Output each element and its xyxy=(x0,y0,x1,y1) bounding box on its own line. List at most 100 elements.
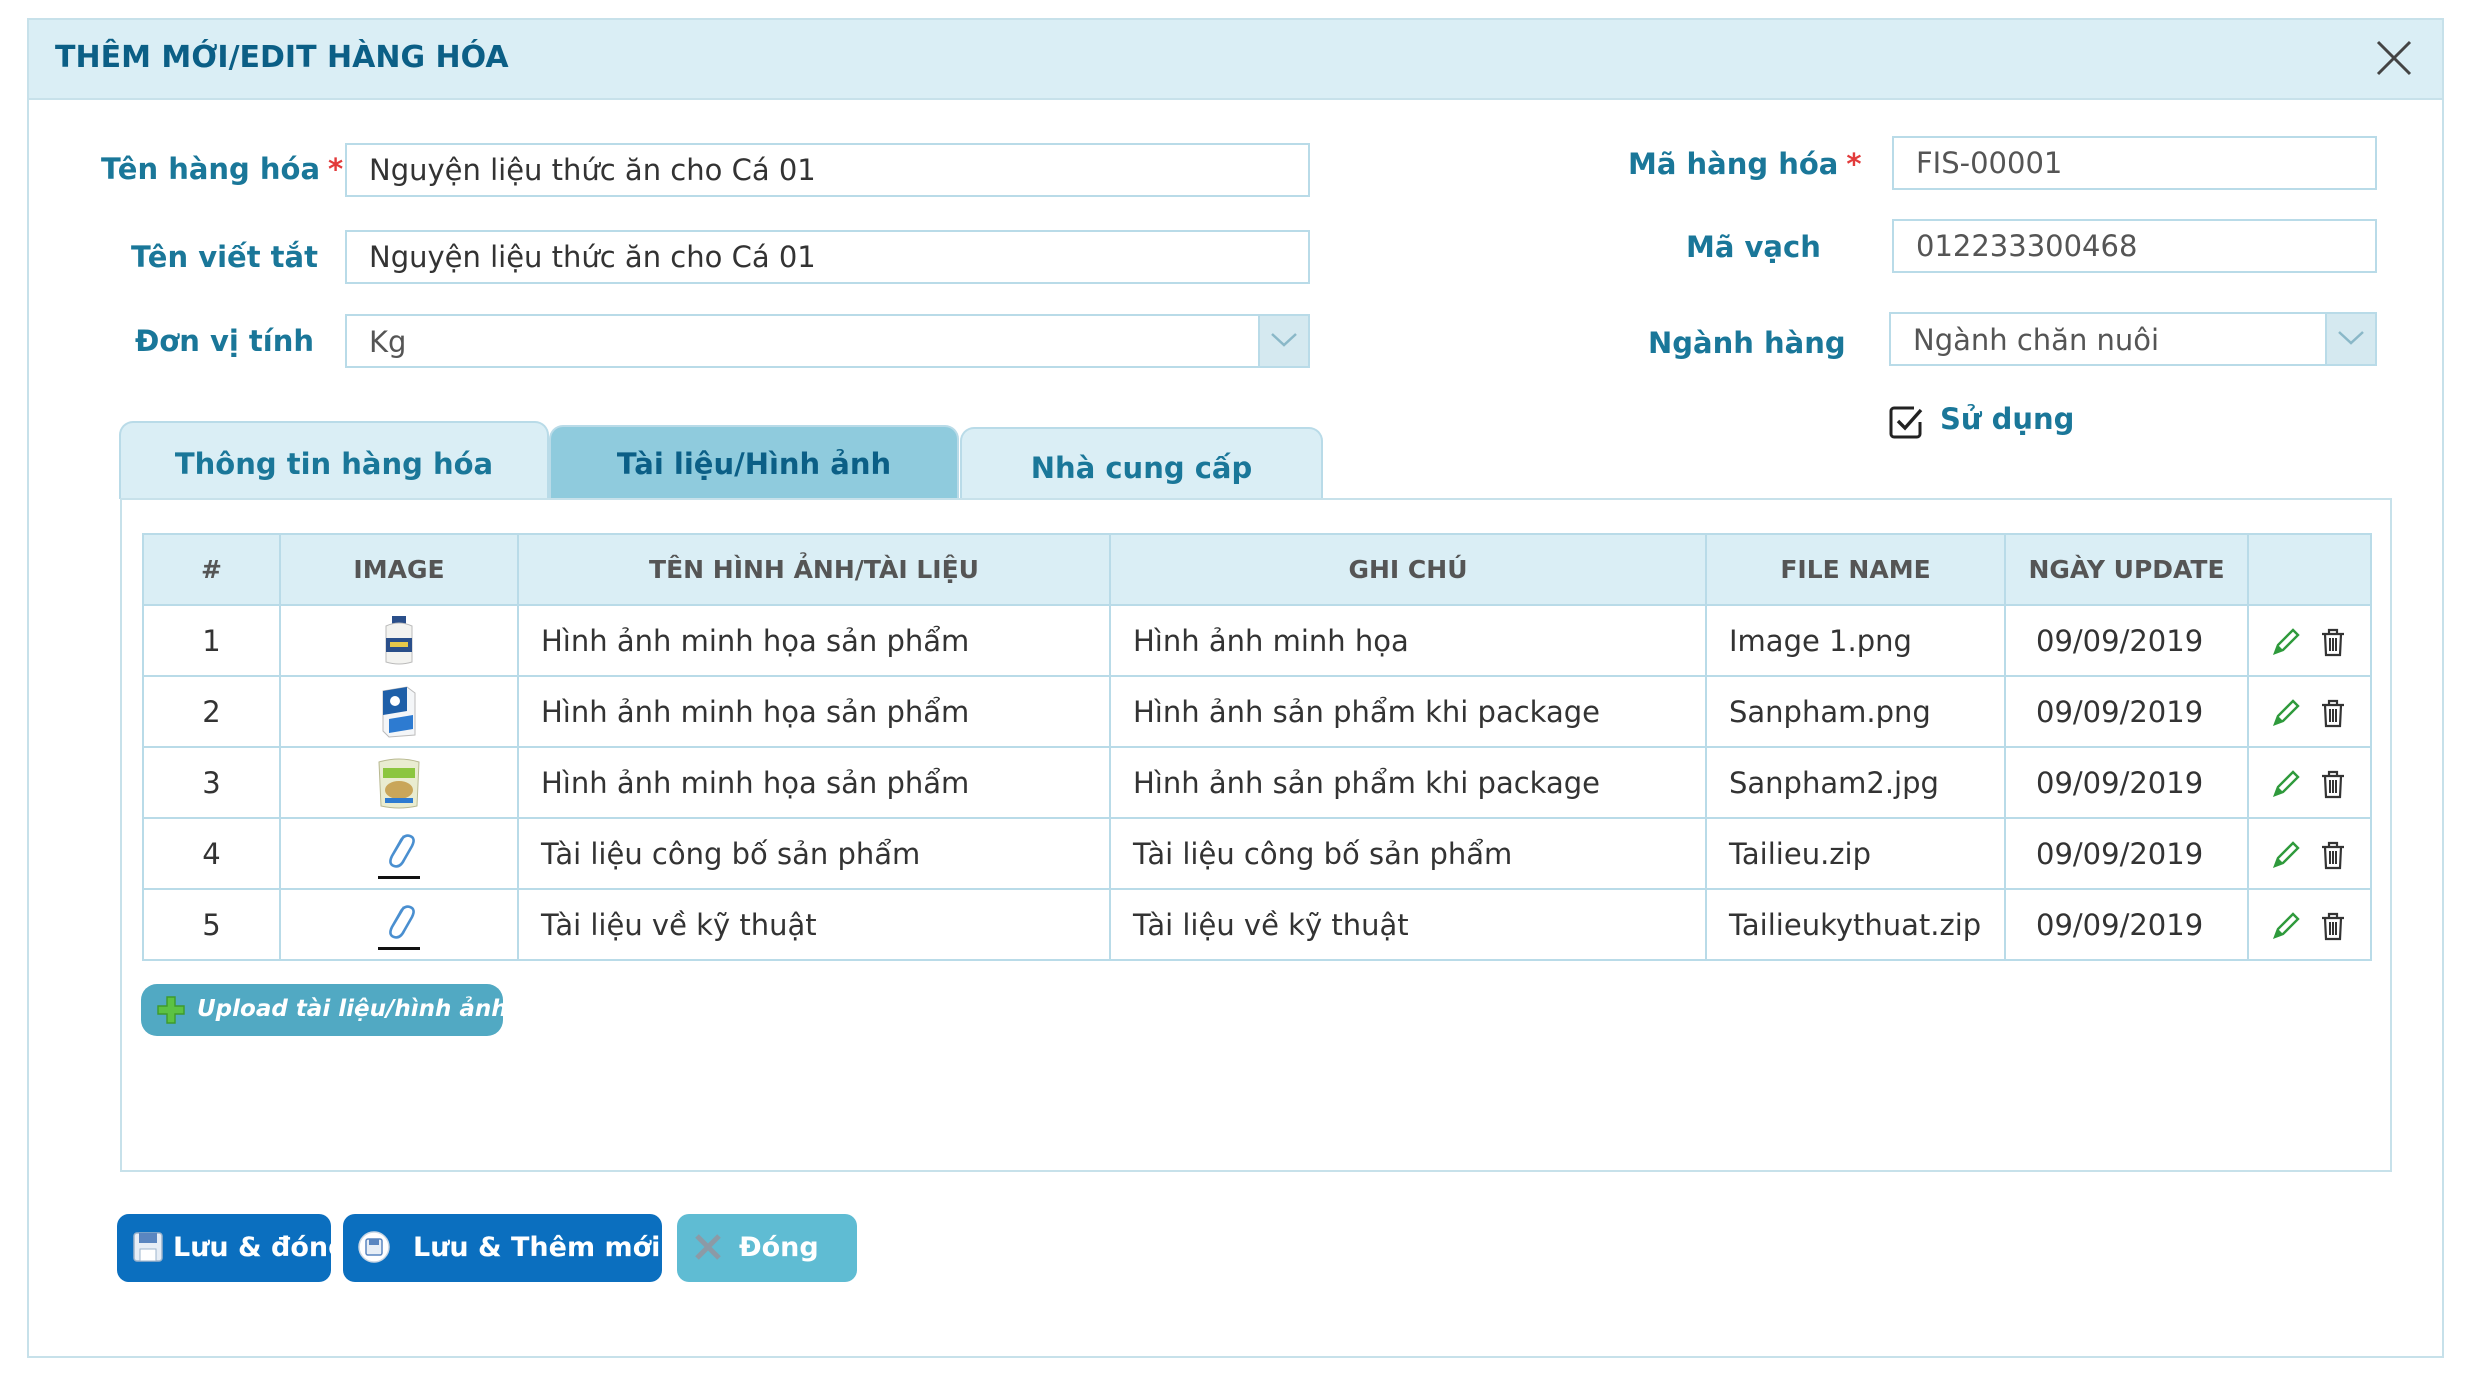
row-name: Tài liệu công bố sản phẩm xyxy=(517,817,1111,890)
column-header-file-name: FILE NAME xyxy=(1705,533,2006,606)
dialog-title: THÊM MỚI/EDIT HÀNG HÓA xyxy=(55,40,509,75)
ten-viet-tat-label: Tên viết tắt xyxy=(131,240,318,274)
don-vi-tinh-value: Kg xyxy=(369,325,407,359)
row-file-name: Sanpham.png xyxy=(1705,675,2006,748)
trash-icon[interactable] xyxy=(2317,910,2349,942)
row-number: 1 xyxy=(142,604,281,677)
trash-icon[interactable] xyxy=(2317,768,2349,800)
upload-button[interactable]: Upload tài liệu/hình ảnh xyxy=(141,984,508,1036)
attachment-icon[interactable] xyxy=(374,826,424,882)
tab-label: Nhà cung cấp xyxy=(1030,451,1253,485)
row-file-name: Tailieukythuat.zip xyxy=(1705,888,2006,961)
row-image[interactable] xyxy=(279,888,519,961)
row-name: Hình ảnh minh họa sản phẩm xyxy=(517,675,1111,748)
floppy-disk-icon xyxy=(133,1232,163,1262)
row-name: Tài liệu về kỹ thuật xyxy=(517,888,1111,961)
table-row: 3 Hình ảnh minh họa sản phẩm Hình ảnh sả… xyxy=(142,746,2372,819)
save-new-button[interactable]: Lưu & Thêm mới xyxy=(343,1214,662,1282)
nganh-hang-select[interactable]: Ngành chăn nuôi xyxy=(1889,312,2377,366)
ten-hang-hoa-label: Tên hàng hóa * xyxy=(101,152,344,186)
close-icon[interactable] xyxy=(2374,38,2414,78)
row-image[interactable] xyxy=(279,604,519,677)
table-row: 1 Hình ảnh minh họa sản phẩm Hình ảnh mi… xyxy=(142,604,2372,677)
column-header-image: IMAGE xyxy=(279,533,519,606)
ten-viet-tat-input[interactable] xyxy=(345,230,1310,284)
pencil-icon[interactable] xyxy=(2270,839,2302,871)
tab-thong-tin-hang-hoa[interactable]: Thông tin hàng hóa xyxy=(119,421,549,499)
column-header-note: GHI CHÚ xyxy=(1109,533,1707,606)
table-row: 5 Tài liệu về kỹ thuật Tài liệu về kỹ th… xyxy=(142,888,2372,961)
table-row: 2 Hình ảnh minh họa sản phẩm Hình ảnh sả… xyxy=(142,675,2372,748)
row-file-name: Tailieu.zip xyxy=(1705,817,2006,890)
ma-vach-input[interactable] xyxy=(1892,219,2377,273)
ten-hang-hoa-input[interactable] xyxy=(345,143,1310,197)
bag-thumbnail[interactable] xyxy=(375,756,423,810)
box-thumbnail[interactable] xyxy=(377,685,421,739)
pencil-icon[interactable] xyxy=(2270,626,2302,658)
trash-icon[interactable] xyxy=(2317,839,2349,871)
row-note: Tài liệu công bố sản phẩm xyxy=(1109,817,1707,890)
chevron-down-icon[interactable] xyxy=(1258,316,1308,366)
close-button[interactable]: Đóng xyxy=(677,1214,857,1282)
don-vi-tinh-select[interactable]: Kg xyxy=(345,314,1310,368)
save-close-label: Lưu & đóng xyxy=(173,1232,348,1263)
ma-hang-hoa-label: Mã hàng hóa * xyxy=(1628,147,1862,181)
trash-icon[interactable] xyxy=(2317,697,2349,729)
row-actions xyxy=(2247,604,2372,677)
row-number: 2 xyxy=(142,675,281,748)
tab-label: Thông tin hàng hóa xyxy=(174,447,494,481)
bottle-thumbnail[interactable] xyxy=(377,614,421,668)
row-number: 3 xyxy=(142,746,281,819)
row-note: Hình ảnh sản phẩm khi package xyxy=(1109,675,1707,748)
row-number: 4 xyxy=(142,817,281,890)
row-date: 09/09/2019 xyxy=(2004,604,2249,677)
row-date: 09/09/2019 xyxy=(2004,888,2249,961)
save-new-icon xyxy=(358,1231,390,1263)
tab-label: Tài liệu/Hình ảnh xyxy=(616,447,892,481)
row-image[interactable] xyxy=(279,746,519,819)
pencil-icon[interactable] xyxy=(2270,910,2302,942)
save-new-label: Lưu & Thêm mới xyxy=(413,1232,661,1263)
cross-icon xyxy=(695,1234,721,1260)
tab-nha-cung-cap[interactable]: Nhà cung cấp xyxy=(960,427,1323,499)
dialog-header: THÊM MỚI/EDIT HÀNG HÓA xyxy=(29,20,2442,100)
ma-hang-hoa-input[interactable] xyxy=(1892,136,2377,190)
table-row: 4 Tài liệu công bố sản phẩm Tài liệu côn… xyxy=(142,817,2372,890)
row-number: 5 xyxy=(142,888,281,961)
ma-vach-label: Mã vạch xyxy=(1686,230,1821,264)
plus-icon xyxy=(157,996,185,1024)
column-header-name: TÊN HÌNH ẢNH/TÀI LIỆU xyxy=(517,533,1111,606)
table-header-row: # IMAGE TÊN HÌNH ẢNH/TÀI LIỆU GHI CHÚ FI… xyxy=(142,533,2372,606)
row-note: Hình ảnh minh họa xyxy=(1109,604,1707,677)
nganh-hang-value: Ngành chăn nuôi xyxy=(1913,323,2160,357)
pencil-icon[interactable] xyxy=(2270,697,2302,729)
close-button-label: Đóng xyxy=(739,1232,819,1263)
trash-icon[interactable] xyxy=(2317,626,2349,658)
row-image[interactable] xyxy=(279,817,519,890)
upload-button-label: Upload tài liệu/hình ảnh xyxy=(197,996,508,1022)
row-actions xyxy=(2247,888,2372,961)
nganh-hang-label: Ngành hàng xyxy=(1648,326,1846,360)
required-mark: * xyxy=(1846,147,1862,181)
row-actions xyxy=(2247,746,2372,819)
checkbox-checked-icon[interactable] xyxy=(1888,404,1924,440)
column-header-num: # xyxy=(142,533,281,606)
row-name: Hình ảnh minh họa sản phẩm xyxy=(517,604,1111,677)
chevron-down-icon[interactable] xyxy=(2325,314,2375,364)
attachment-icon[interactable] xyxy=(374,897,424,953)
pencil-icon[interactable] xyxy=(2270,768,2302,800)
row-date: 09/09/2019 xyxy=(2004,675,2249,748)
column-header-date: NGÀY UPDATE xyxy=(2004,533,2249,606)
row-note: Tài liệu về kỹ thuật xyxy=(1109,888,1707,961)
row-file-name: Image 1.png xyxy=(1705,604,2006,677)
row-file-name: Sanpham2.jpg xyxy=(1705,746,2006,819)
row-image[interactable] xyxy=(279,675,519,748)
su-dung-label: Sử dụng xyxy=(1940,402,2075,436)
row-date: 09/09/2019 xyxy=(2004,746,2249,819)
row-note: Hình ảnh sản phẩm khi package xyxy=(1109,746,1707,819)
row-actions xyxy=(2247,675,2372,748)
save-close-button[interactable]: Lưu & đóng xyxy=(117,1214,347,1282)
column-header-actions xyxy=(2247,533,2372,606)
tab-tai-lieu-hinh-anh[interactable]: Tài liệu/Hình ảnh xyxy=(549,425,959,499)
don-vi-tinh-label: Đơn vị tính xyxy=(135,324,314,358)
